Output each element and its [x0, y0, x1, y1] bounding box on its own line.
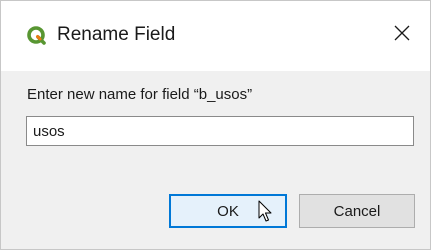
- ok-button[interactable]: OK: [169, 194, 287, 228]
- dialog-body: Enter new name for field “b_usos” OK Can…: [1, 71, 430, 249]
- close-button[interactable]: [384, 17, 420, 53]
- close-icon: [393, 24, 411, 47]
- field-name-input[interactable]: [26, 116, 414, 146]
- cancel-button[interactable]: Cancel: [299, 194, 415, 228]
- qgis-logo-icon: [27, 26, 47, 46]
- rename-field-dialog: Rename Field Enter new name for field “b…: [0, 0, 431, 250]
- rename-prompt-label: Enter new name for field “b_usos”: [27, 86, 253, 103]
- title-bar: Rename Field: [1, 1, 430, 71]
- window-title: Rename Field: [57, 24, 176, 45]
